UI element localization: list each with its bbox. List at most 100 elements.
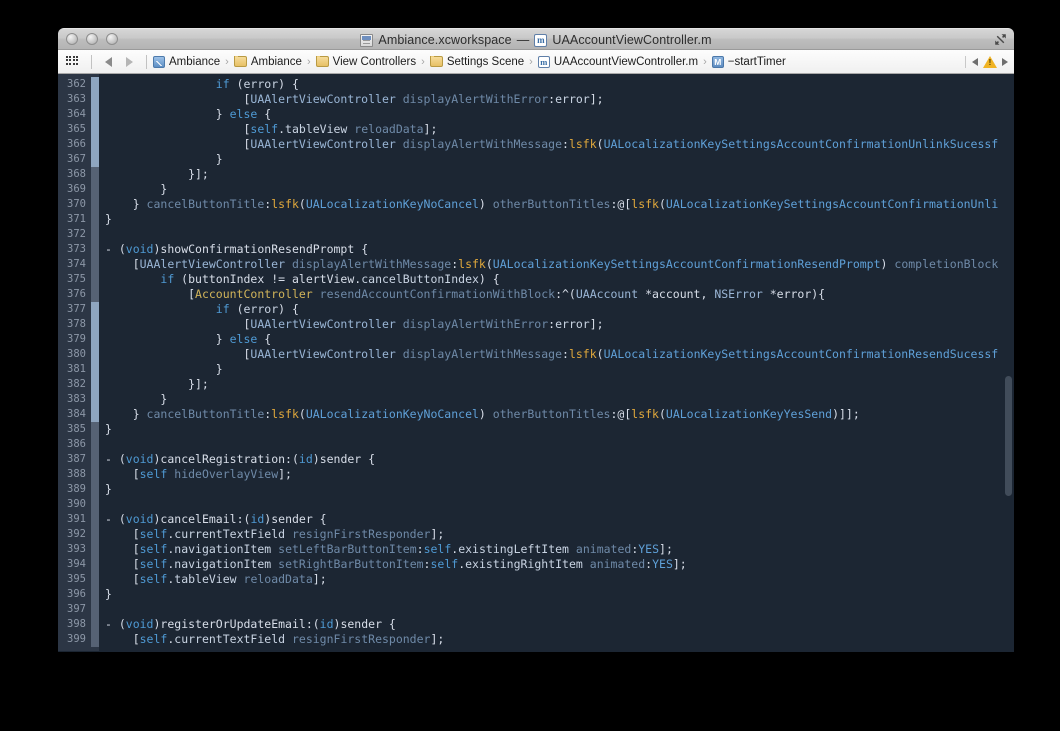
code-token: lsfk — [271, 407, 299, 421]
traffic-lights — [66, 33, 118, 45]
code-token: ]; — [589, 92, 604, 106]
warning-triangle-icon[interactable] — [983, 55, 997, 68]
code-token: [ — [105, 467, 140, 481]
breadcrumb-item-1[interactable]: Ambiance — [153, 55, 220, 68]
breadcrumb-item-5[interactable]: m UAAccountViewController.m — [537, 55, 698, 68]
code-token: } — [105, 197, 147, 211]
change-indicator — [91, 167, 99, 182]
folder-icon — [429, 55, 443, 67]
code-line: } — [105, 362, 1014, 377]
change-indicator — [91, 347, 99, 362]
code-token: UALocalizationKeyNoCancel — [305, 197, 479, 211]
line-number: 380 — [67, 348, 86, 360]
xcode-workspace-icon — [360, 33, 374, 47]
code-token: [ — [105, 557, 140, 571]
code-content-area[interactable]: if (error) { [UAAlertViewController disp… — [99, 74, 1014, 651]
breadcrumb-separator: › — [529, 55, 533, 68]
code-token: [ — [105, 287, 196, 301]
code-token: YES — [638, 542, 660, 556]
previous-issue-icon[interactable] — [972, 57, 978, 66]
fullscreen-icon[interactable] — [994, 33, 1007, 46]
code-token: { — [257, 107, 272, 121]
code-token: if — [215, 302, 230, 316]
line-number: 384 — [67, 408, 86, 420]
code-token: cancelEmail:( — [160, 512, 251, 526]
change-indicator — [91, 467, 99, 482]
code-token: ( — [229, 77, 244, 91]
breadcrumb-item-label: Ambiance — [250, 55, 302, 68]
source-editor[interactable]: 362 363 364 365 366 367 368 369 370 371 372 373 374 3… — [58, 74, 1014, 651]
breadcrumb-separator: › — [703, 55, 707, 68]
change-indicator — [91, 527, 99, 542]
line-number-gutter: 362 363 364 365 366 367 368 369 370 371 372 373 374 3… — [58, 74, 99, 651]
code-text: if (error) { [UAAlertViewController disp… — [99, 77, 1014, 647]
code-token: UAAccount — [575, 287, 639, 301]
line-number: 376 — [67, 288, 86, 300]
code-token: self — [250, 122, 279, 136]
change-indicator — [91, 617, 99, 632]
code-token: : — [416, 542, 424, 556]
code-token: *account, — [638, 287, 715, 301]
forward-arrow-icon[interactable] — [126, 56, 133, 67]
code-token: ) { — [278, 302, 299, 316]
code-token: lsfk — [568, 137, 597, 151]
code-line: }]; — [105, 167, 1014, 182]
code-token: navigationItem — [174, 557, 272, 571]
code-token: } — [105, 587, 112, 601]
code-token: displayAlertWithMessage — [402, 347, 562, 361]
zoom-button[interactable] — [106, 33, 118, 45]
code-token: self — [423, 542, 452, 556]
code-token: displayAlertWithError — [402, 317, 549, 331]
next-issue-icon[interactable] — [1002, 57, 1008, 66]
breadcrumb-item-2[interactable]: Ambiance — [233, 55, 302, 68]
breadcrumb-item-3[interactable]: View Controllers — [315, 55, 416, 68]
code-token: tableView — [174, 572, 237, 586]
change-indicator — [91, 197, 99, 212]
code-token: :@[ — [610, 407, 632, 421]
code-token: ( — [658, 407, 666, 421]
breadcrumb: Ambiance › Ambiance › View Controllers › Setti… — [153, 55, 961, 68]
code-token: UAAlertViewController — [250, 92, 396, 106]
code-token: displayAlertWithMessage — [402, 137, 562, 151]
change-indicator — [91, 122, 99, 137]
code-token: { — [257, 332, 272, 346]
related-items-icon[interactable] — [66, 56, 79, 67]
change-indicator — [91, 362, 99, 377]
back-arrow-icon[interactable] — [105, 56, 112, 67]
code-token: } — [105, 332, 230, 346]
code-line: }]; — [105, 377, 1014, 392]
change-indicator — [91, 542, 99, 557]
code-token: alertView. — [291, 272, 362, 286]
line-number: 386 — [67, 438, 86, 450]
code-token: lsfk — [271, 197, 299, 211]
change-indicator — [91, 227, 99, 242]
code-token: UAAlertViewController — [139, 257, 286, 271]
breadcrumb-item-6[interactable]: M −startTimer — [711, 55, 786, 68]
code-token: displayAlertWithError — [402, 92, 549, 106]
code-token: self — [139, 542, 168, 556]
code-token: } — [105, 392, 168, 406]
code-token: cancelRegistration:( — [160, 452, 299, 466]
code-token: setLeftBarButtonItem — [278, 542, 417, 556]
vertical-scrollbar[interactable] — [1004, 76, 1013, 649]
code-line: } else { — [105, 332, 1014, 347]
code-line: [self.currentTextField resignFirstRespon… — [105, 632, 1014, 647]
breadcrumb-item-4[interactable]: Settings Scene — [429, 55, 525, 68]
minimize-button[interactable] — [86, 33, 98, 45]
code-token: UALocalizationKeySettingsAccountConfirma… — [603, 347, 999, 361]
window-title-separator: — — [516, 33, 530, 47]
breadcrumb-item-label: Settings Scene — [446, 55, 525, 68]
code-token: ]; — [430, 527, 445, 541]
line-number: 397 — [67, 603, 86, 615]
code-line: if (error) { — [105, 302, 1014, 317]
code-token: . — [278, 122, 286, 136]
close-button[interactable] — [66, 33, 78, 45]
code-line: } — [105, 422, 1014, 437]
line-number: 375 — [67, 273, 86, 285]
folder-icon — [233, 55, 247, 67]
scrollbar-thumb[interactable] — [1005, 376, 1012, 496]
code-token: ( — [596, 137, 604, 151]
code-line: [UAAlertViewController displayAlertWithM… — [105, 257, 1014, 272]
line-number: 379 — [67, 333, 86, 345]
